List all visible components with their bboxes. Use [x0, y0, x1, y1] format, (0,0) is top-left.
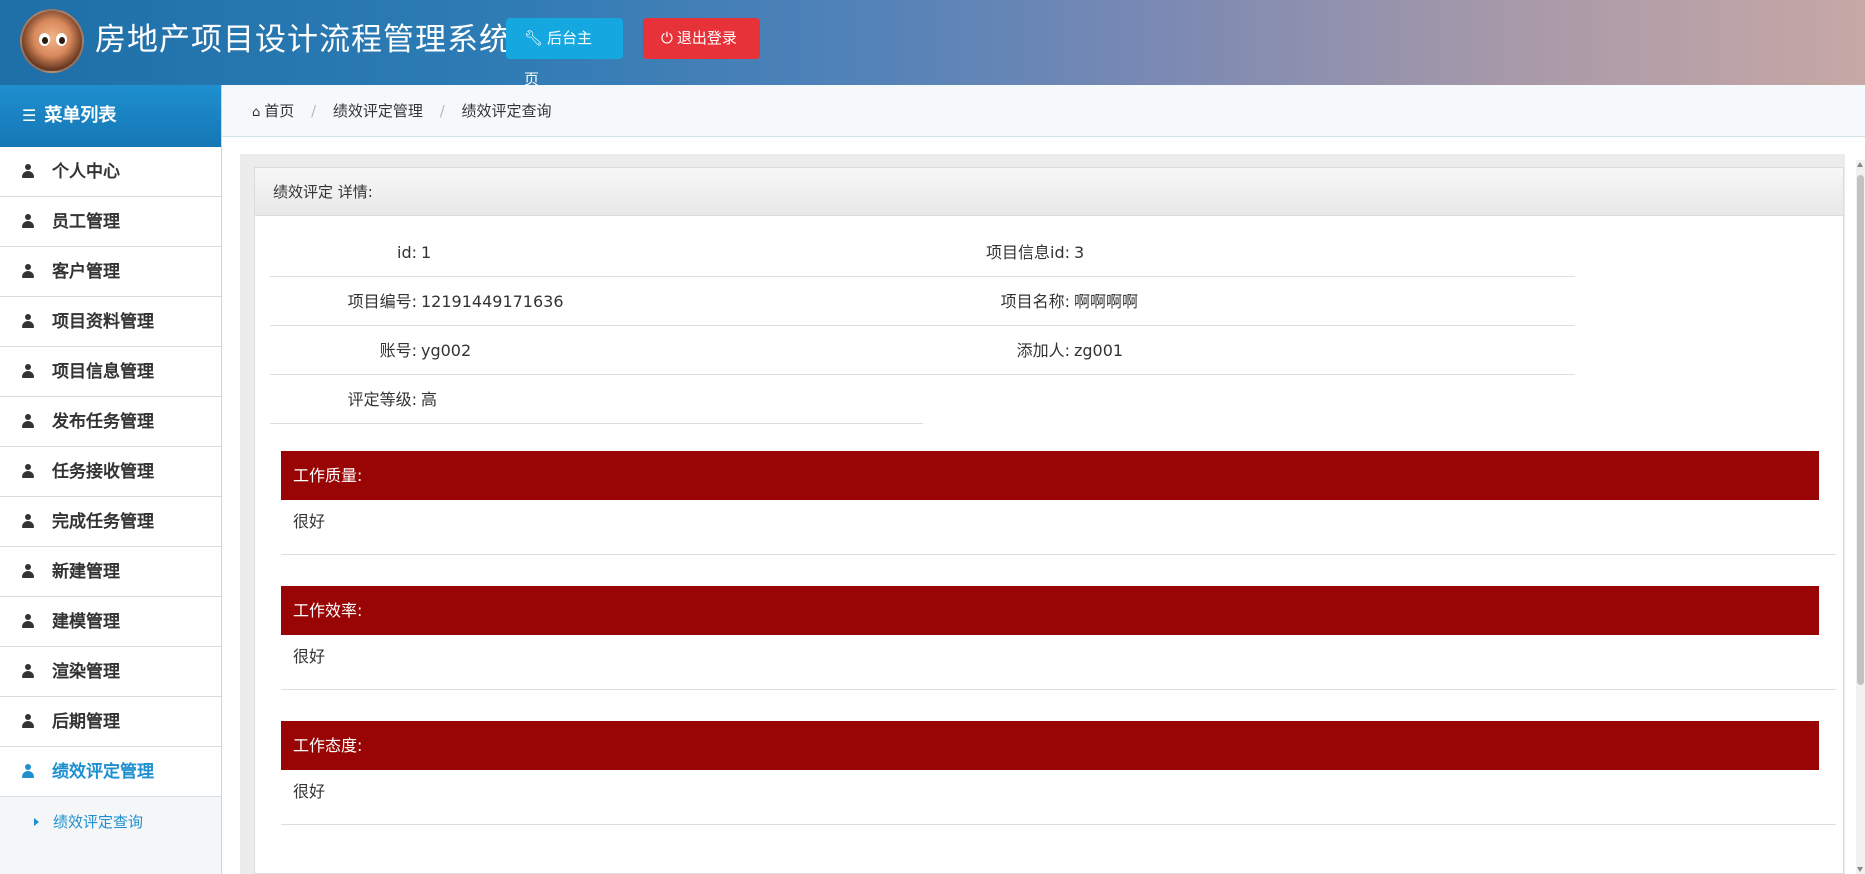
field-label: 评定等级:: [347, 390, 417, 409]
field-account: 账号: yg002: [270, 326, 923, 375]
field-added-by: 添加人: zg001: [923, 326, 1575, 375]
field-value: 高: [421, 390, 438, 409]
breadcrumb-performance-query: 绩效评定查询: [461, 102, 552, 120]
field-project-no: 项目编号: 12191449171636: [270, 277, 923, 326]
power-icon: ⏻: [661, 29, 673, 47]
scrollbar-thumb[interactable]: [1857, 175, 1864, 685]
main-content: ⌂ 首页 / 绩效评定管理 / 绩效评定查询 绩效评定 详情: id: 1 项目信息…: [222, 85, 1865, 874]
home-icon: ⌂: [252, 105, 261, 120]
field-id: id: 1: [270, 228, 923, 277]
sidebar-item-customers[interactable]: 客户管理: [0, 247, 221, 297]
field-grade: 评定等级: 高: [270, 375, 923, 424]
sidebar-item-post-production[interactable]: 后期管理: [0, 697, 221, 747]
field-value: 1: [421, 243, 432, 262]
user-icon: [22, 264, 34, 278]
scroll-down-icon[interactable]: [1857, 867, 1863, 872]
field-value: zg001: [1074, 341, 1124, 360]
sidebar-item-new-build[interactable]: 新建管理: [0, 547, 221, 597]
sidebar-item-project-info[interactable]: 项目信息管理: [0, 347, 221, 397]
list-icon: ☰: [22, 106, 37, 125]
user-icon: [22, 164, 34, 178]
breadcrumb-separator: /: [439, 102, 445, 120]
admin-home-button[interactable]: 🔧︎ 后台主页: [506, 18, 623, 88]
user-icon: [22, 364, 34, 378]
breadcrumb-home[interactable]: 首页: [264, 102, 294, 120]
sidebar-item-performance[interactable]: 绩效评定管理: [0, 747, 221, 797]
field-label: 项目编号:: [347, 292, 417, 311]
user-icon: [22, 514, 34, 528]
sidebar-item-project-materials[interactable]: 项目资料管理: [0, 297, 221, 347]
sidebar-item-employees[interactable]: 员工管理: [0, 197, 221, 247]
content-area: 绩效评定 详情: id: 1 项目信息id: 3 项目编号: 121914491716…: [240, 154, 1845, 874]
field-label: 添加人:: [1016, 341, 1070, 360]
user-icon: [22, 564, 34, 578]
detail-panel: 绩效评定 详情: id: 1 项目信息id: 3 项目编号: 121914491716…: [254, 167, 1844, 874]
vertical-scrollbar[interactable]: [1856, 160, 1865, 874]
sidebar: ☰ 菜单列表 个人中心 员工管理 客户管理 项目资料管理 项目信息管理 发布任务管…: [0, 85, 222, 874]
field-value: yg002: [421, 341, 472, 360]
field-project-info-id: 项目信息id: 3: [923, 228, 1575, 277]
field-value: 12191449171636: [421, 292, 564, 311]
breadcrumb-performance-manage[interactable]: 绩效评定管理: [333, 102, 423, 120]
sidebar-item-publish-tasks[interactable]: 发布任务管理: [0, 397, 221, 447]
breadcrumb-separator: /: [311, 102, 317, 120]
user-icon: [22, 714, 34, 728]
user-icon: [22, 614, 34, 628]
section-work-attitude-text: 很好: [281, 770, 1836, 825]
field-label: 项目信息id:: [986, 243, 1070, 262]
section-work-efficiency-text: 很好: [281, 635, 1836, 690]
logout-button[interactable]: ⏻ 退出登录: [643, 18, 760, 59]
wrench-icon: 🔧︎: [524, 29, 544, 47]
field-value: 啊啊啊啊: [1074, 292, 1139, 311]
sidebar-subitem-performance-query[interactable]: 绩效评定查询: [0, 797, 221, 847]
user-icon: [22, 214, 34, 228]
field-label: id:: [397, 243, 417, 262]
sidebar-item-completed-tasks[interactable]: 完成任务管理: [0, 497, 221, 547]
user-icon: [22, 464, 34, 478]
field-project-name: 项目名称: 啊啊啊啊: [923, 277, 1575, 326]
user-icon: [22, 314, 34, 328]
user-icon: [22, 764, 34, 778]
user-icon: [22, 664, 34, 678]
sidebar-title: ☰ 菜单列表: [0, 85, 221, 147]
sidebar-item-modeling[interactable]: 建模管理: [0, 597, 221, 647]
app-title: 房地产项目设计流程管理系统: [95, 22, 511, 58]
field-label: 账号:: [379, 341, 417, 360]
avatar: [20, 9, 84, 73]
panel-title: 绩效评定 详情:: [255, 168, 1843, 216]
sidebar-item-task-receive[interactable]: 任务接收管理: [0, 447, 221, 497]
top-header: 房地产项目设计流程管理系统 🔧︎ 后台主页 ⏻ 退出登录: [0, 0, 1865, 88]
caret-right-icon: [34, 818, 39, 826]
sidebar-item-rendering[interactable]: 渲染管理: [0, 647, 221, 697]
field-label: 项目名称:: [1000, 292, 1070, 311]
scroll-up-icon[interactable]: [1857, 162, 1863, 167]
breadcrumb: ⌂ 首页 / 绩效评定管理 / 绩效评定查询: [222, 85, 1865, 137]
user-icon: [22, 414, 34, 428]
section-work-attitude-title: 工作态度:: [281, 721, 1819, 770]
section-work-quality-text: 很好: [281, 500, 1836, 555]
field-value: 3: [1074, 243, 1085, 262]
section-work-efficiency-title: 工作效率:: [281, 586, 1819, 635]
sidebar-item-personal-center[interactable]: 个人中心: [0, 147, 221, 197]
section-work-quality-title: 工作质量:: [281, 451, 1819, 500]
